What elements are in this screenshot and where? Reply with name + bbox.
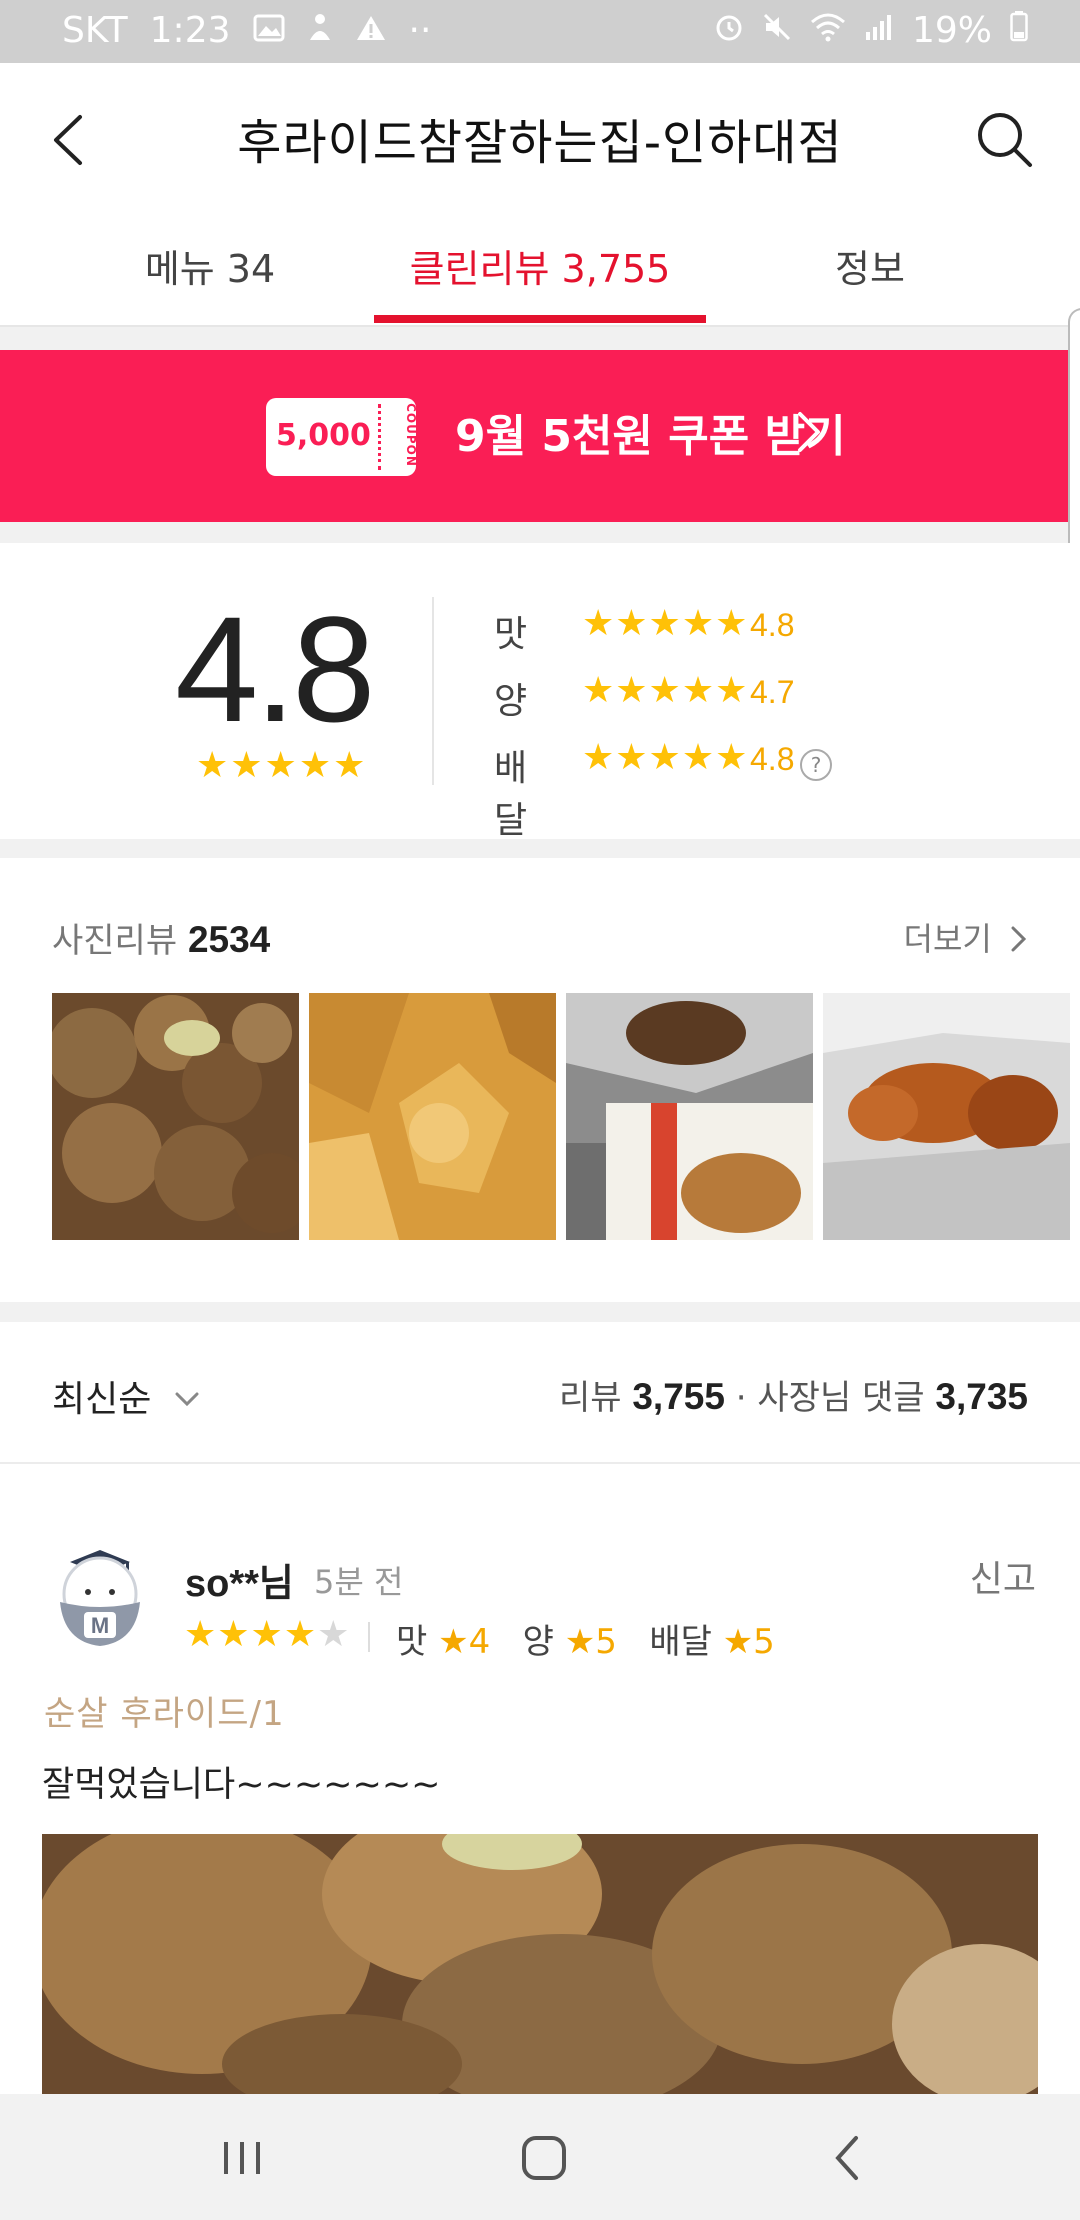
photo-thumbnail[interactable] [309, 993, 556, 1240]
rating-label: 맛 [494, 614, 528, 655]
review-stars: ★★★★★ [184, 1614, 351, 1655]
photo-review-label: 사진리뷰 [52, 921, 178, 961]
rating-stars: ★★★★★ [582, 737, 749, 778]
status-bar: SKT 1:23 ·· 19% [0, 0, 1080, 63]
avatar[interactable]: M [48, 1542, 152, 1652]
review-username: so**님 [185, 1563, 294, 1605]
rating-value: 4.8 [750, 607, 795, 643]
sort-dropdown[interactable]: 최신순 [52, 1370, 201, 1422]
photo-thumbnail[interactable] [823, 993, 1070, 1240]
review-time: 5분 전 [314, 1563, 404, 1601]
star-icon: ★ [438, 1622, 469, 1662]
warning-icon [355, 10, 387, 51]
chevron-right-icon [792, 406, 826, 458]
photo-review-section: 사진리뷰 2534 더보기 [0, 858, 1080, 1302]
amount-label: 양 [522, 1622, 554, 1662]
tab-info[interactable]: 정보 [780, 238, 960, 293]
coupon-text: 9월 5천원 쿠폰 받기 [455, 411, 846, 462]
section-separator [0, 1302, 1080, 1322]
clock: 1:23 [149, 10, 231, 51]
person-icon [307, 10, 333, 51]
delivery-label: 배달 [649, 1622, 712, 1662]
section-separator [0, 522, 1080, 543]
section-separator [0, 327, 1080, 350]
amount-score: 5 [595, 1622, 617, 1662]
carrier-label: SKT [62, 10, 128, 51]
review-photo[interactable] [42, 1834, 1038, 2094]
gallery-icon [253, 10, 285, 51]
tab-menu[interactable]: 메뉴 34 [100, 238, 320, 293]
svg-text:M: M [91, 1613, 109, 1638]
store-title: 후라이드참잘하는집-인하대점 [237, 115, 843, 171]
rating-stars: ★★★★★ [582, 670, 749, 711]
chevron-down-icon [175, 1392, 199, 1407]
rating-label: 양 [494, 681, 528, 722]
rating-stars: ★★★★★ [582, 603, 749, 644]
mute-icon [762, 10, 792, 51]
coupon-amount: 5,000 [276, 418, 371, 453]
star-icon: ★ [564, 1622, 596, 1662]
coupon-tag: COUPON [403, 403, 418, 467]
tab-bar: 메뉴 34 클린리뷰 3,755 정보 [0, 213, 1080, 326]
search-button[interactable] [970, 105, 1040, 175]
rating-label: 배달 [494, 748, 528, 841]
owner-reply-count: 3,735 [935, 1376, 1028, 1417]
back-nav-icon[interactable] [818, 2128, 878, 2188]
overall-score: 4.8 [175, 585, 376, 753]
sort-selected: 최신순 [52, 1379, 152, 1420]
taste-label: 맛 [396, 1622, 428, 1662]
divider [432, 597, 434, 785]
tab-clean-review[interactable]: 클린리뷰 3,755 [374, 238, 706, 293]
divider [368, 1622, 370, 1652]
coupon-banner[interactable]: 5,000 COUPON 9월 5천원 쿠폰 받기 [0, 350, 1080, 522]
coupon-ticket-icon: 5,000 COUPON [266, 398, 418, 476]
wifi-icon [810, 10, 846, 51]
photo-review-count: 2534 [187, 919, 271, 960]
more-label: 더보기 [903, 920, 992, 958]
rating-value: 4.7 [750, 674, 795, 710]
recent-apps-icon[interactable] [212, 2128, 272, 2188]
star-icon: ★ [722, 1622, 754, 1662]
search-icon [978, 113, 1032, 167]
chevron-right-icon [1011, 926, 1027, 952]
photo-thumbnail[interactable] [566, 993, 813, 1240]
signal-icon [864, 10, 894, 51]
review-count-label: 리뷰 [558, 1378, 622, 1418]
rating-value: 4.8 [750, 741, 795, 777]
alarm-icon [714, 10, 744, 51]
overall-stars: ★★★★★ [196, 745, 368, 786]
rating-summary: 4.8 ★★★★★ 맛 ★★★★★ 4.8 양 ★★★★★ 4.7 배달 ★★★… [0, 543, 1080, 841]
delivery-score: 5 [753, 1622, 775, 1662]
photo-review-title: 사진리뷰 2534 [52, 913, 270, 962]
more-button[interactable]: 더보기 [904, 914, 1031, 960]
report-button[interactable]: 신고 [970, 1550, 1036, 1602]
system-nav-bar [0, 2094, 1080, 2220]
section-separator [0, 839, 1080, 858]
battery-percent: 19% [911, 10, 992, 51]
battery-icon [1010, 10, 1028, 51]
ordered-menu: 순살 후라이드/1 [44, 1694, 285, 1734]
home-icon[interactable] [514, 2128, 574, 2188]
review-item: M so**님 5분 전 신고 ★★★★★ 맛 ★4 양 ★5 배달 ★5 순살… [0, 1464, 1080, 2094]
taste-score: 4 [468, 1622, 491, 1662]
app-header: 후라이드참잘하는집-인하대점 [0, 63, 1080, 213]
review-count: 3,755 [632, 1376, 725, 1417]
more-notifications-icon: ·· [408, 10, 432, 51]
review-sub-ratings: 맛 ★4 양 ★5 배달 ★5 [396, 1614, 775, 1663]
owner-reply-label: · 사장님 댓글 [735, 1378, 925, 1418]
sort-bar: 최신순 리뷰 3,755 · 사장님 댓글 3,735 [0, 1322, 1080, 1464]
perforation [378, 404, 381, 470]
review-text: 잘먹었습니다~~~~~~~ [42, 1765, 441, 1805]
active-tab-indicator [374, 315, 706, 323]
help-icon[interactable]: ? [800, 749, 832, 781]
review-counts: 리뷰 3,755 · 사장님 댓글 3,735 [559, 1370, 1028, 1419]
photo-thumbnail[interactable] [52, 993, 299, 1240]
